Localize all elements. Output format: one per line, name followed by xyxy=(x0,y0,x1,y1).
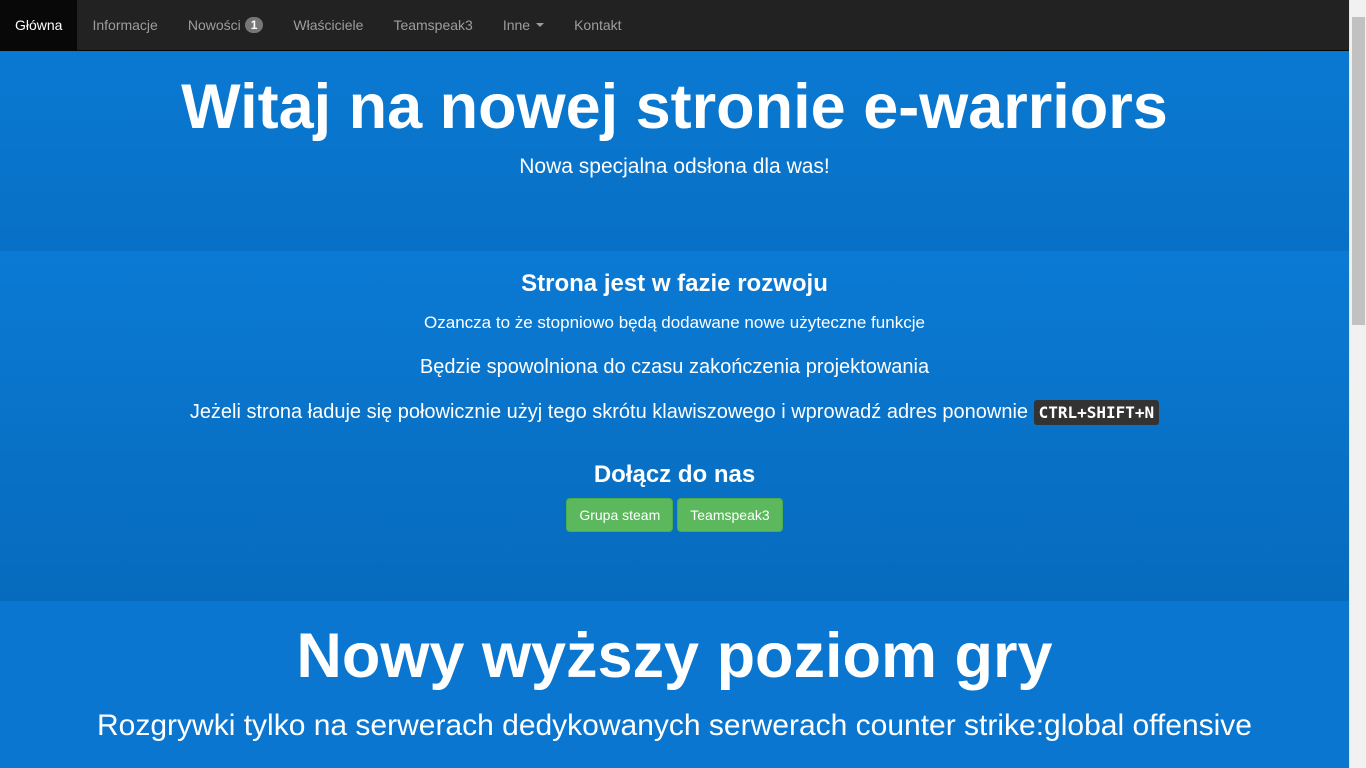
info-line-2: Będzie spowolniona do czasu zakończenia … xyxy=(419,356,930,378)
nav-item-nowosci[interactable]: Nowości 1 xyxy=(173,0,279,50)
nav-item-inne-dropdown[interactable]: Inne xyxy=(488,0,559,50)
promo-title: Nowy wyższy poziom gry xyxy=(296,621,1053,691)
hero-title: Witaj na nowej stronie e-warriors xyxy=(181,72,1168,142)
nav-item-informacje[interactable]: Informacje xyxy=(77,0,172,50)
nav-item-wlasciciele[interactable]: Właściciele xyxy=(278,0,378,50)
info-section: Strona jest w fazie rozwoju Ozancza to ż… xyxy=(0,251,1349,601)
keyboard-shortcut: CTRL+SHIFT+N xyxy=(1033,400,1160,425)
caret-down-icon xyxy=(536,23,545,27)
nav-item-label: Nowości xyxy=(187,17,241,33)
top-navbar: Główna Informacje Nowości 1 Właściciele T… xyxy=(0,0,1349,51)
info-line-1: Ozancza to że stopniowo będą dodawane no… xyxy=(424,313,925,332)
nav-item-label: Teamspeak3 xyxy=(393,17,473,33)
join-buttons: Grupa steam Teamspeak3 xyxy=(0,498,1349,532)
nav-item-label: Kontakt xyxy=(574,17,622,33)
development-heading: Strona jest w fazie rozwoju xyxy=(521,270,828,297)
scrollbar-thumb[interactable] xyxy=(1352,17,1365,325)
info-line-3-text: Jeżeli strona ładuje się połowicznie uży… xyxy=(189,401,1029,423)
nav-item-label: Inne xyxy=(502,17,531,33)
news-count-badge: 1 xyxy=(244,17,264,33)
nav-item-glowna[interactable]: Główna xyxy=(0,0,78,50)
hero-section: Witaj na nowej stronie e-warriors Nowa s… xyxy=(0,52,1349,251)
nav-item-label: Właściciele xyxy=(293,17,364,33)
join-heading: Dołącz do nas xyxy=(593,461,756,488)
promo-section: Nowy wyższy poziom gry Rozgrywki tylko n… xyxy=(0,601,1349,768)
steam-group-button[interactable]: Grupa steam xyxy=(566,498,674,532)
promo-subtitle: Rozgrywki tylko na serwerach dedykowanyc… xyxy=(97,709,1252,742)
info-line-3: Jeżeli strona ładuje się połowicznie uży… xyxy=(0,400,1349,425)
hero-subtitle: Nowa specjalna odsłona dla was! xyxy=(519,155,830,178)
teamspeak3-button[interactable]: Teamspeak3 xyxy=(677,498,783,532)
nav-item-teamspeak3[interactable]: Teamspeak3 xyxy=(378,0,487,50)
nav-item-label: Główna xyxy=(15,17,63,33)
nav-item-label: Informacje xyxy=(92,17,158,33)
page-scrollbar[interactable] xyxy=(1349,0,1366,768)
nav-item-kontakt[interactable]: Kontakt xyxy=(559,0,636,50)
